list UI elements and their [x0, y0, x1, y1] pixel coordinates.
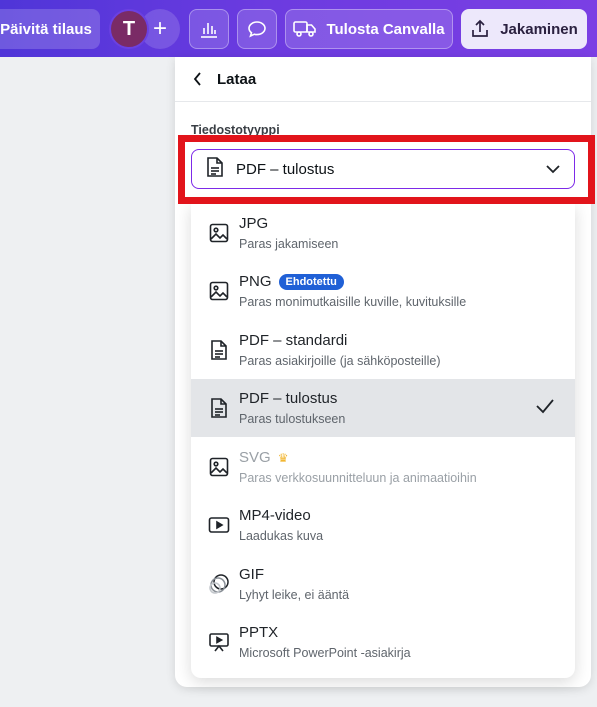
option-title: PDF – tulostus — [239, 390, 338, 407]
image-icon — [208, 280, 230, 302]
option-title: MP4-video — [239, 507, 311, 524]
panel-title: Lataa — [217, 70, 257, 88]
option-gif[interactable]: GIF Lyhyt leike, ei ääntä — [191, 555, 575, 613]
file-type-select[interactable]: PDF – tulostus — [191, 149, 575, 189]
option-desc: Lyhyt leike, ei ääntä — [239, 588, 350, 602]
option-desc: Paras monimutkaisille kuville, kuvituksi… — [239, 295, 467, 309]
option-desc: Paras asiakirjoille (ja sähköposteille) — [239, 354, 441, 368]
option-desc: Microsoft PowerPoint -asiakirja — [239, 646, 411, 660]
option-title: GIF — [239, 566, 264, 583]
option-svg[interactable]: SVG ♛ Paras verkkosuunnitteluun ja anima… — [191, 438, 575, 496]
image-icon — [208, 456, 230, 478]
option-desc: Paras verkkosuunnitteluun ja animaatioih… — [239, 471, 477, 485]
top-toolbar: Päivitä tilaus + T Tulosta Canvalla Jaka… — [0, 0, 597, 57]
crown-icon: ♛ — [277, 450, 289, 465]
option-title: PNG — [239, 273, 272, 290]
option-jpg[interactable]: JPG Paras jakamiseen — [191, 204, 575, 262]
option-title: SVG — [239, 449, 271, 466]
checkmark-icon — [535, 398, 555, 419]
document-icon — [208, 397, 230, 419]
bar-chart-icon — [201, 23, 217, 38]
option-mp4[interactable]: MP4-video Laadukas kuva — [191, 496, 575, 554]
document-icon — [206, 156, 224, 182]
option-desc: Paras jakamiseen — [239, 237, 339, 251]
print-with-canva-button[interactable]: Tulosta Canvalla — [285, 9, 453, 49]
share-button[interactable]: Jakaminen — [461, 9, 587, 49]
file-type-value: PDF – tulostus — [236, 160, 335, 178]
chevron-left-icon[interactable] — [193, 72, 205, 86]
option-title: PPTX — [239, 624, 279, 641]
upgrade-button[interactable]: Päivitä tilaus — [0, 9, 100, 49]
option-pdf-standard[interactable]: PDF – standardi Paras asiakirjoille (ja … — [191, 321, 575, 379]
insights-button[interactable] — [189, 9, 229, 49]
file-type-label: Tiedostotyyppi — [191, 123, 280, 137]
comment-button[interactable] — [237, 9, 277, 49]
option-pptx[interactable]: PPTX Microsoft PowerPoint -asiakirja — [191, 613, 575, 671]
option-desc: Laadukas kuva — [239, 529, 324, 543]
plus-icon: + — [152, 15, 167, 42]
chevron-down-icon — [546, 161, 560, 178]
option-title: PDF – standardi — [239, 332, 348, 349]
option-pdf-print[interactable]: PDF – tulostus Paras tulostukseen — [191, 379, 575, 437]
presentation-icon — [208, 631, 230, 653]
comment-icon — [248, 21, 266, 38]
print-label: Tulosta Canvalla — [326, 20, 445, 38]
image-icon — [208, 222, 230, 244]
option-title: JPG — [239, 215, 269, 232]
option-desc: Paras tulostukseen — [239, 412, 346, 426]
upload-icon — [472, 19, 489, 37]
truck-icon — [293, 21, 317, 37]
option-png[interactable]: PNG Ehdotettu Paras monimutkaisille kuvi… — [191, 262, 575, 320]
upgrade-label: Päivitä tilaus — [0, 20, 92, 38]
suggested-badge: Ehdotettu — [278, 273, 344, 290]
share-label: Jakaminen — [500, 20, 578, 38]
avatar-initial: T — [122, 17, 136, 40]
document-icon — [208, 339, 230, 361]
gif-icon — [208, 573, 230, 595]
video-icon — [208, 514, 230, 536]
panel-header[interactable]: Lataa — [175, 57, 591, 102]
file-type-dropdown: JPG Paras jakamiseen PNG Ehdotettu Paras… — [191, 204, 575, 678]
avatar[interactable]: T — [109, 9, 149, 49]
